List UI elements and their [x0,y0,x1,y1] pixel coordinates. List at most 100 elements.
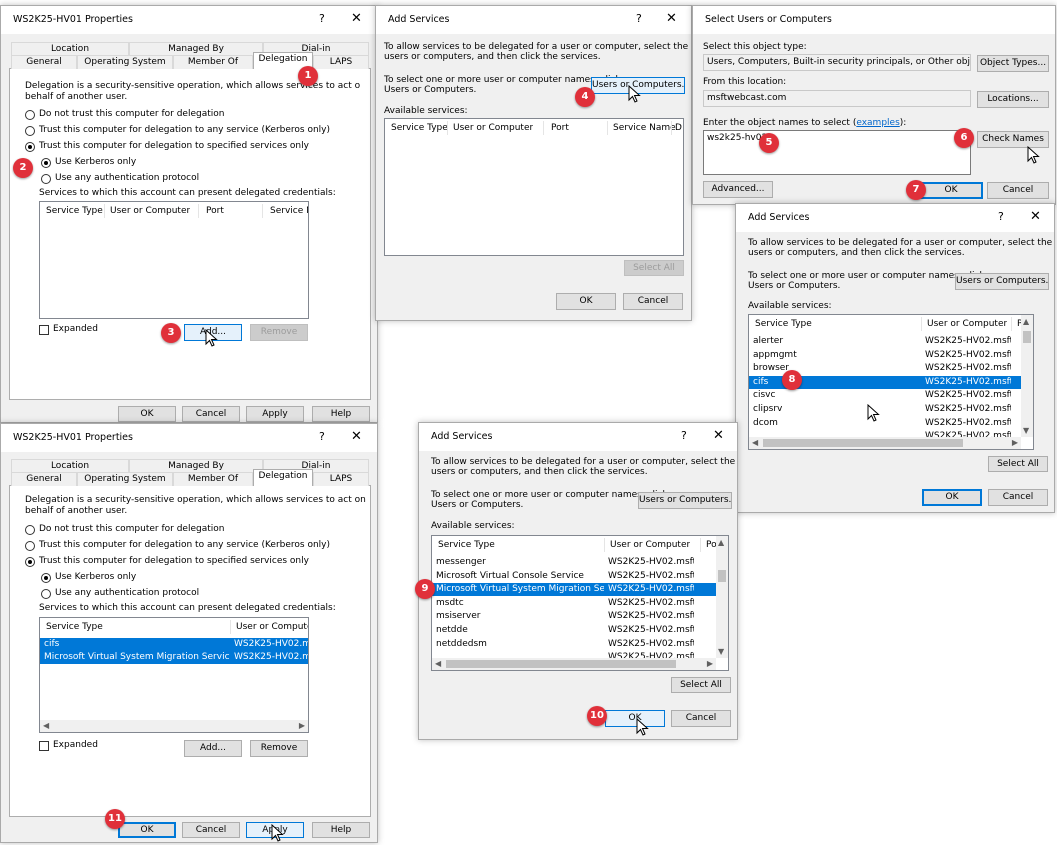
radio-trust-specified[interactable] [25,142,35,152]
select-all-button[interactable]: Select All [671,677,731,693]
col-service-type[interactable]: Service Type [46,202,103,220]
list-item[interactable]: netddeWS2K25-HV02.msft... [432,624,716,637]
list-item[interactable]: messengerWS2K25-HV02.msft... [432,556,716,569]
col-user-or-computer[interactable]: User or Computer [236,618,308,636]
table-row[interactable]: Microsoft Virtual System Migration Servi… [40,651,308,664]
ok-button[interactable]: OK [919,182,983,199]
object-types-button[interactable]: Object Types... [977,55,1049,72]
expanded-checkbox[interactable] [39,325,49,335]
tab-managed-by[interactable]: Managed By [129,459,263,473]
select-all-button[interactable]: Select All [624,260,684,276]
tab-general[interactable]: General [11,472,77,486]
radio-no-trust[interactable] [25,110,35,120]
remove-button[interactable]: Remove [250,324,308,341]
list-item[interactable]: Microsoft Virtual System Migration Servi… [432,583,716,597]
services-list[interactable]: Service Type User or Computer cifs WS2K2… [39,617,309,733]
col-user-or-computer[interactable]: User or Computer [110,202,190,220]
close-icon[interactable]: ✕ [666,11,677,26]
close-icon[interactable]: ✕ [351,11,362,26]
cancel-button[interactable]: Cancel [987,182,1049,199]
col-port[interactable]: Port [551,119,569,137]
list-item[interactable]: alerterWS2K25-HV02.msft... [749,335,1021,348]
col-service-type[interactable]: Service Type [46,618,103,636]
apply-button[interactable]: Apply [246,406,304,422]
ok-button[interactable]: OK [605,710,665,727]
col-service-type[interactable]: Service Type [755,315,812,333]
close-icon[interactable]: ✕ [1030,209,1041,224]
tab-location[interactable]: Location [11,42,129,56]
tab-location[interactable]: Location [11,459,129,473]
tab-operating-system[interactable]: Operating System [77,472,173,486]
vertical-scrollbar[interactable]: ▲ ▼ [1021,315,1033,437]
list-item[interactable]: clipsrvWS2K25-HV02.msft... [749,403,1021,416]
radio-kerberos-only[interactable] [41,573,51,583]
tab-managed-by[interactable]: Managed By [129,42,263,56]
tab-delegation[interactable]: Delegation [253,469,313,486]
col-service-type[interactable]: Service Type [438,536,495,554]
tab-member-of[interactable]: Member Of [173,472,253,486]
ok-button[interactable]: OK [922,489,982,506]
horizontal-scrollbar[interactable]: ◀ ▶ [40,720,308,732]
radio-any-protocol[interactable] [41,174,51,184]
help-button[interactable]: Help [312,406,370,422]
list-item[interactable]: msdtcWS2K25-HV02.msft... [432,597,716,610]
radio-no-trust[interactable] [25,525,35,535]
locations-button[interactable]: Locations... [977,91,1049,108]
radio-trust-any[interactable] [25,541,35,551]
users-or-computers-button[interactable]: Users or Computers... [638,492,732,509]
tab-general[interactable]: General [11,55,77,69]
ok-button[interactable]: OK [118,822,176,838]
close-icon[interactable]: ✕ [351,429,362,444]
vertical-scrollbar[interactable]: ▲ ▼ [716,536,728,658]
cancel-button[interactable]: Cancel [623,293,683,310]
radio-trust-any[interactable] [25,126,35,136]
ok-button[interactable]: OK [118,406,176,422]
tab-operating-system[interactable]: Operating System [77,55,173,69]
help-question-icon[interactable]: ? [319,12,325,25]
help-question-icon[interactable]: ? [998,210,1004,223]
list-item[interactable]: netddedsmWS2K25-HV02.msft... [432,638,716,651]
list-item[interactable]: appmgmtWS2K25-HV02.msft... [749,349,1021,362]
expanded-checkbox[interactable] [39,741,49,751]
radio-kerberos-only[interactable] [41,158,51,168]
help-question-icon[interactable]: ? [319,430,325,443]
select-all-button[interactable]: Select All [988,456,1048,472]
tab-laps[interactable]: LAPS [313,55,369,69]
col-service-name[interactable]: Service Name [613,119,676,137]
col-service-name[interactable]: Service Na [270,202,308,220]
radio-any-protocol[interactable] [41,589,51,599]
list-item[interactable]: Microsoft Virtual Console Service WS2K25-… [432,570,716,583]
col-port[interactable]: Port [206,202,224,220]
table-row[interactable]: cifs WS2K25-HV02.msft [40,638,308,651]
col-d[interactable]: D [675,119,682,137]
col-user-or-computer[interactable]: User or Computer [453,119,533,137]
close-icon[interactable]: ✕ [713,428,724,443]
tab-member-of[interactable]: Member Of [173,55,253,69]
help-question-icon[interactable]: ? [681,429,687,442]
list-item[interactable]: dcomWS2K25-HV02.msft... [749,417,1021,430]
cancel-button[interactable]: Cancel [671,710,731,727]
users-or-computers-button[interactable]: Users or Computers... [955,273,1049,290]
object-names-input[interactable]: ws2k25-hv02 [703,130,971,175]
ok-button[interactable]: OK [556,293,616,310]
list-item[interactable]: cisvcWS2K25-HV02.msft... [749,389,1021,402]
help-question-icon[interactable]: ? [636,12,642,25]
add-button[interactable]: Add... [184,740,242,757]
col-service-type[interactable]: Service Type [391,119,448,137]
cancel-button[interactable]: Cancel [988,489,1048,506]
cancel-button[interactable]: Cancel [182,822,240,838]
col-user-or-computer[interactable]: User or Computer [610,536,690,554]
col-user-or-computer[interactable]: User or Computer [927,315,1007,333]
tab-laps[interactable]: LAPS [313,472,369,486]
list-item[interactable]: msiserverWS2K25-HV02.msft... [432,610,716,623]
services-list[interactable]: Service Type User or Computer Port Servi… [39,201,309,319]
remove-button[interactable]: Remove [250,740,308,757]
available-services-list[interactable]: Service Type User or Computer Por messen… [431,535,729,671]
horizontal-scrollbar[interactable]: ◀ ▶ [749,437,1021,449]
help-button[interactable]: Help [312,822,370,838]
horizontal-scrollbar[interactable]: ◀ ▶ [432,658,716,670]
radio-trust-specified[interactable] [25,557,35,567]
advanced-button[interactable]: Advanced... [703,181,773,198]
cancel-button[interactable]: Cancel [182,406,240,422]
examples-link[interactable]: examples [856,118,899,128]
